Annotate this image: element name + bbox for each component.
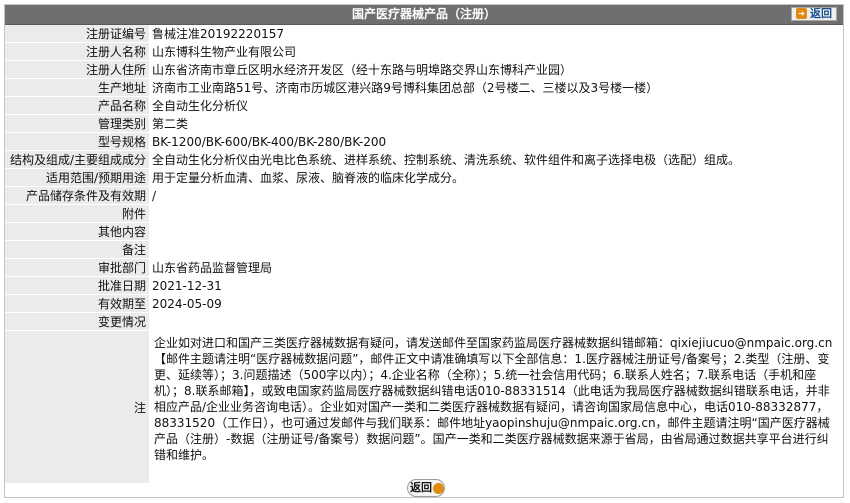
field-label: 产品储存条件及有效期 <box>5 186 149 205</box>
field-value: 山东省济南市章丘区明水经济开发区（经十东路与明埠路交界山东博科产业园） <box>149 60 843 79</box>
title-bar: 国产医疗器械产品（注册） ➜ 返回 <box>5 5 843 25</box>
table-row: 附件 <box>5 204 843 223</box>
record-panel: 国产医疗器械产品（注册） ➜ 返回 注册证编号 鲁械注准20192220157 注册… <box>4 4 844 498</box>
field-label: 备注 <box>5 240 149 259</box>
field-value <box>149 222 843 241</box>
field-value: 用于定量分析血清、血浆、尿液、脑脊液的临床化学成分。 <box>149 168 843 187</box>
field-label: 管理类别 <box>5 114 149 133</box>
field-label: 注册证编号 <box>5 25 149 43</box>
table-row: 批准日期 2021-12-31 <box>5 276 843 295</box>
field-label: 其他内容 <box>5 222 149 241</box>
field-value: 全自动生化分析仪由光电比色系统、进样系统、控制系统、清洗系统、软件组件和离子选择… <box>149 150 843 169</box>
table-row: 注册人住所 山东省济南市章丘区明水经济开发区（经十东路与明埠路交界山东博科产业园） <box>5 60 843 79</box>
back-button-top[interactable]: ➜ 返回 <box>791 7 837 21</box>
field-value <box>149 204 843 223</box>
field-label: 产品名称 <box>5 96 149 115</box>
page-title: 国产医疗器械产品（注册） <box>351 7 496 21</box>
back-button-bottom[interactable]: 返回 <box>407 479 445 497</box>
field-label: 生产地址 <box>5 78 149 97</box>
table-row: 有效期至 2024-05-09 <box>5 294 843 313</box>
field-label: 注册人名称 <box>5 42 149 61</box>
field-value: 第二类 <box>149 114 843 133</box>
table-row: 生产地址 济南市工业南路51号、济南市历城区港兴路9号博科集团总部（2号楼二、三楼… <box>5 78 843 97</box>
arrow-right-icon: ➜ <box>796 8 807 19</box>
back-arrow-icon <box>433 482 444 494</box>
field-label: 审批部门 <box>5 258 149 277</box>
note-text: 企业如对进口和国产三类医疗器械数据有疑问，请发送邮件至国家药监局医疗器械数据纠错… <box>149 330 843 484</box>
table-row: 产品储存条件及有效期 / <box>5 186 843 205</box>
table-row: 型号规格 BK-1200/BK-600/BK-400/BK-280/BK-200 <box>5 132 843 151</box>
table-row: 产品名称 全自动生化分析仪 <box>5 96 843 115</box>
field-value: 山东博科生物产业有限公司 <box>149 42 843 61</box>
table-row: 变更情况 <box>5 312 843 331</box>
field-value-change <box>149 312 843 331</box>
field-label: 有效期至 <box>5 294 149 313</box>
field-label: 结构及组成/主要组成成分 <box>5 150 149 169</box>
field-label: 附件 <box>5 204 149 223</box>
table-row: 备注 <box>5 240 843 259</box>
field-value: 济南市工业南路51号、济南市历城区港兴路9号博科集团总部（2号楼二、三楼以及3号… <box>149 78 843 97</box>
field-label: 批准日期 <box>5 276 149 295</box>
back-button-label: 返回 <box>810 7 832 20</box>
field-value <box>149 240 843 259</box>
table-row: 管理类别 第二类 <box>5 114 843 133</box>
field-value: 全自动生化分析仪 <box>149 96 843 115</box>
table-row: 注册证编号 鲁械注准20192220157 <box>5 25 843 43</box>
field-value: 2021-12-31 <box>149 276 843 295</box>
table-row: 注册人名称 山东博科生物产业有限公司 <box>5 42 843 61</box>
field-label: 注册人住所 <box>5 60 149 79</box>
field-label-note: 注 <box>5 330 149 484</box>
field-value: BK-1200/BK-600/BK-400/BK-280/BK-200 <box>149 132 843 151</box>
field-value: 山东省药品监督管理局 <box>149 258 843 277</box>
field-label: 适用范围/预期用途 <box>5 168 149 187</box>
table-row: 结构及组成/主要组成成分 全自动生化分析仪由光电比色系统、进样系统、控制系统、清洗… <box>5 150 843 169</box>
back-button-label: 返回 <box>410 481 432 494</box>
field-label-change: 变更情况 <box>5 312 149 331</box>
table-row: 审批部门 山东省药品监督管理局 <box>5 258 843 277</box>
table-row: 适用范围/预期用途 用于定量分析血清、血浆、尿液、脑脊液的临床化学成分。 <box>5 168 843 187</box>
field-value: 鲁械注准20192220157 <box>149 25 843 43</box>
detail-table: 注册证编号 鲁械注准20192220157 注册人名称 山东博科生物产业有限公司 注… <box>5 25 843 484</box>
field-value: 2024-05-09 <box>149 294 843 313</box>
field-label: 型号规格 <box>5 132 149 151</box>
table-row: 其他内容 <box>5 222 843 241</box>
table-row-note: 注企业如对进口和国产三类医疗器械数据有疑问，请发送邮件至国家药监局医疗器械数据纠… <box>5 330 843 484</box>
field-value: / <box>149 186 843 205</box>
